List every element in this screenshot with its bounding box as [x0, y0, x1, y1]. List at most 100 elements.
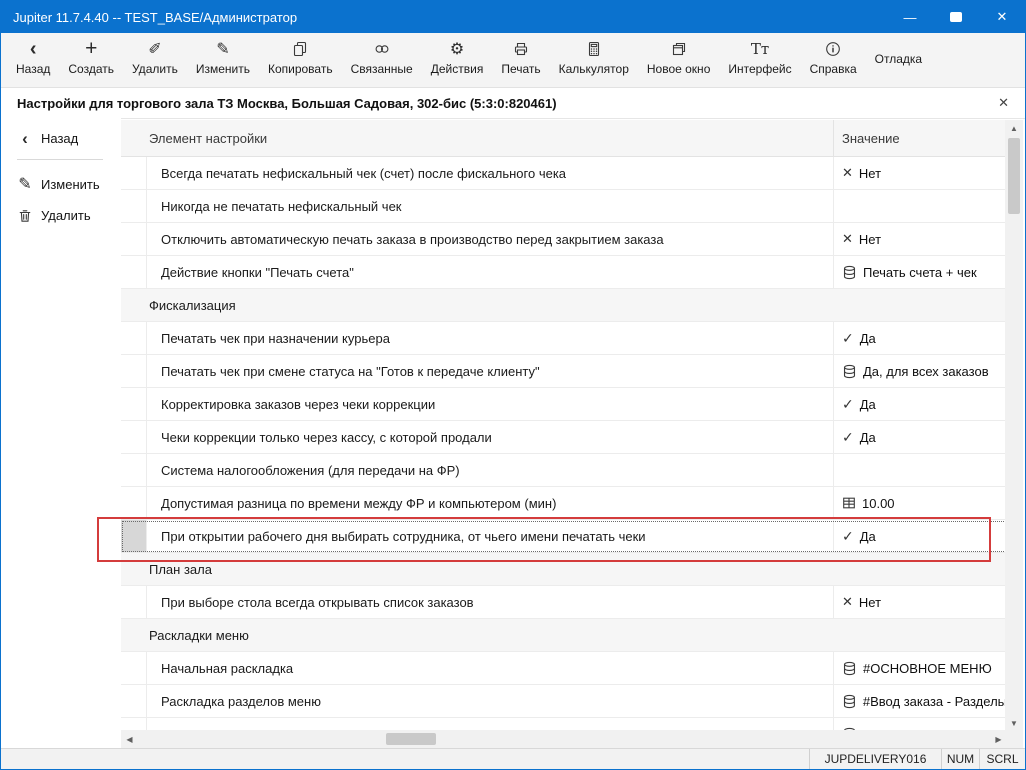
- sidebar-item-delete[interactable]: Удалить: [17, 208, 121, 223]
- setting-value: 10.00: [862, 496, 895, 511]
- plus-icon: +: [85, 38, 97, 59]
- window-icon: [671, 38, 687, 59]
- setting-row[interactable]: Раскладка разделов меню#Ввод заказа - Ра…: [121, 685, 1007, 718]
- setting-row[interactable]: Печатать чек при назначении курьера✓Да: [121, 322, 1007, 355]
- setting-value-cell[interactable]: ✓Да: [833, 520, 1007, 552]
- sidebar-item-edit[interactable]: ✎Изменить: [17, 174, 121, 194]
- row-selector-cell[interactable]: [121, 157, 147, 189]
- setting-value-cell[interactable]: ✓Да: [833, 388, 1007, 420]
- setting-label: При выборе стола всегда открывать список…: [147, 586, 833, 618]
- setting-row[interactable]: Никогда не печатать нефискальный чек: [121, 190, 1007, 223]
- horizontal-scrollbar-thumb[interactable]: [386, 733, 436, 745]
- setting-row[interactable]: Допустимая разница по времени между ФР и…: [121, 487, 1007, 520]
- toolbar-button-label: Копировать: [268, 62, 333, 76]
- toolbar-button-label: Печать: [501, 62, 540, 76]
- setting-value-cell[interactable]: ✕Нет: [833, 157, 1007, 189]
- toolbar-button-interface[interactable]: TтИнтерфейс: [719, 33, 800, 87]
- toolbar-button-calculator[interactable]: Калькулятор: [550, 33, 638, 87]
- setting-value-cell[interactable]: [833, 454, 1007, 486]
- toolbar-button-delete[interactable]: ✐Удалить: [123, 33, 187, 87]
- scroll-left-icon[interactable]: ◀: [121, 730, 138, 748]
- setting-row[interactable]: При открытии рабочего дня выбирать сотру…: [121, 520, 1007, 553]
- copy-icon: [292, 38, 308, 59]
- setting-row[interactable]: При выборе стола всегда открывать список…: [121, 586, 1007, 619]
- check-icon: ✓: [842, 330, 854, 347]
- row-selector-cell[interactable]: [121, 355, 147, 387]
- toolbar-button-label: Создать: [68, 62, 114, 76]
- toolbar-button-copy[interactable]: Копировать: [259, 33, 342, 87]
- setting-value-cell[interactable]: ✓Да: [833, 421, 1007, 453]
- setting-value-cell[interactable]: #Ввод заказа - Разделы: [833, 685, 1007, 717]
- row-selector-cell[interactable]: [121, 256, 147, 288]
- setting-label: Всегда печатать нефискальный чек (счет) …: [147, 157, 833, 189]
- maximize-button[interactable]: [933, 1, 979, 33]
- setting-value-cell[interactable]: Печать счета + чек: [833, 256, 1007, 288]
- setting-row[interactable]: Действие кнопки "Печать счета"Печать сче…: [121, 256, 1007, 289]
- setting-value-cell[interactable]: ✕Нет: [833, 223, 1007, 255]
- setting-row[interactable]: Отключить автоматическую печать заказа в…: [121, 223, 1007, 256]
- setting-value-cell[interactable]: #ОСНОВНОЕ МЕНЮ: [833, 652, 1007, 684]
- panel-header: Настройки для торгового зала ТЗ Москва, …: [1, 88, 1025, 119]
- setting-label: Начальная раскладка: [147, 652, 833, 684]
- panel-close-icon[interactable]: ✕: [998, 95, 1009, 111]
- setting-row[interactable]: Начальная раскладка#ОСНОВНОЕ МЕНЮ: [121, 652, 1007, 685]
- setting-row[interactable]: Печатать чек при смене статуса на "Готов…: [121, 355, 1007, 388]
- toolbar-button-back[interactable]: ‹Назад: [7, 33, 59, 87]
- setting-label: Печатать чек при смене статуса на "Готов…: [147, 355, 833, 387]
- info-icon: [825, 41, 841, 57]
- setting-row[interactable]: Система налогообложения (для передачи на…: [121, 454, 1007, 487]
- toolbar-button-print[interactable]: Печать: [492, 33, 549, 87]
- printer-icon: [513, 41, 529, 57]
- scroll-up-icon[interactable]: ▲: [1005, 120, 1023, 137]
- horizontal-scrollbar[interactable]: ◀ ▶: [121, 730, 1007, 748]
- setting-value-cell[interactable]: [833, 190, 1007, 222]
- row-selector-cell[interactable]: [121, 322, 147, 354]
- row-selector-cell[interactable]: [121, 454, 147, 486]
- grid-icon: [842, 496, 856, 510]
- setting-value-cell[interactable]: 10.00: [833, 487, 1007, 519]
- row-selector-cell[interactable]: [121, 586, 147, 618]
- trash-icon: [17, 209, 33, 223]
- minimize-button[interactable]: —: [887, 1, 933, 33]
- settings-table-body: Всегда печатать нефискальный чек (счет) …: [121, 157, 1007, 732]
- sidebar-item-back[interactable]: ‹Назад: [17, 130, 103, 160]
- toolbar-button-label: Назад: [16, 62, 50, 76]
- toolbar-button-help[interactable]: Справка: [801, 33, 866, 87]
- printer-icon: [513, 38, 529, 59]
- toolbar-button-linked[interactable]: Связанные: [342, 33, 422, 87]
- row-selector-cell[interactable]: [121, 421, 147, 453]
- setting-value-cell[interactable]: ✓Да: [833, 322, 1007, 354]
- toolbar-button-edit[interactable]: ✎ Изменить: [187, 33, 259, 87]
- pencil-icon: ✎: [216, 39, 229, 59]
- setting-value: Нет: [859, 166, 881, 181]
- setting-value: #Ввод заказа - Разделы: [863, 694, 1007, 709]
- toolbar-button-create[interactable]: + Создать: [59, 33, 123, 87]
- row-selector-cell[interactable]: [121, 487, 147, 519]
- sidebar-item-label: Удалить: [41, 208, 91, 223]
- close-button[interactable]: ✕: [979, 1, 1025, 33]
- setting-row[interactable]: Всегда печатать нефискальный чек (счет) …: [121, 157, 1007, 190]
- toolbar-button-debug[interactable]: Отладка: [866, 33, 931, 87]
- toolbar-button-label: Изменить: [196, 62, 250, 76]
- row-selector-cell[interactable]: [121, 223, 147, 255]
- row-selector-cell[interactable]: [121, 652, 147, 684]
- section-row[interactable]: План зала: [121, 553, 1007, 586]
- setting-value-cell[interactable]: Да, для всех заказов: [833, 355, 1007, 387]
- pencil-icon: ✎: [216, 38, 229, 59]
- sidebar: ‹Назад ✎Изменить Удалить: [1, 118, 121, 730]
- toolbar-button-new-window[interactable]: Новое окно: [638, 33, 720, 87]
- toolbar-button-actions[interactable]: ⚙Действия: [422, 33, 493, 87]
- section-row[interactable]: Раскладки меню: [121, 619, 1007, 652]
- settings-table: Элемент настройки Значение Всегда печата…: [121, 120, 1007, 732]
- setting-row[interactable]: Чеки коррекции только через кассу, с кот…: [121, 421, 1007, 454]
- vertical-scrollbar-thumb[interactable]: [1008, 138, 1020, 214]
- section-row[interactable]: Фискализация: [121, 289, 1007, 322]
- row-selector-cell[interactable]: [121, 388, 147, 420]
- vertical-scrollbar[interactable]: ▲ ▼: [1005, 120, 1023, 732]
- section-label: Раскладки меню: [121, 619, 1007, 651]
- setting-row[interactable]: Корректировка заказов через чеки коррекц…: [121, 388, 1007, 421]
- setting-value-cell[interactable]: ✕Нет: [833, 586, 1007, 618]
- row-selector-cell[interactable]: [121, 520, 147, 552]
- row-selector-cell[interactable]: [121, 190, 147, 222]
- row-selector-cell[interactable]: [121, 685, 147, 717]
